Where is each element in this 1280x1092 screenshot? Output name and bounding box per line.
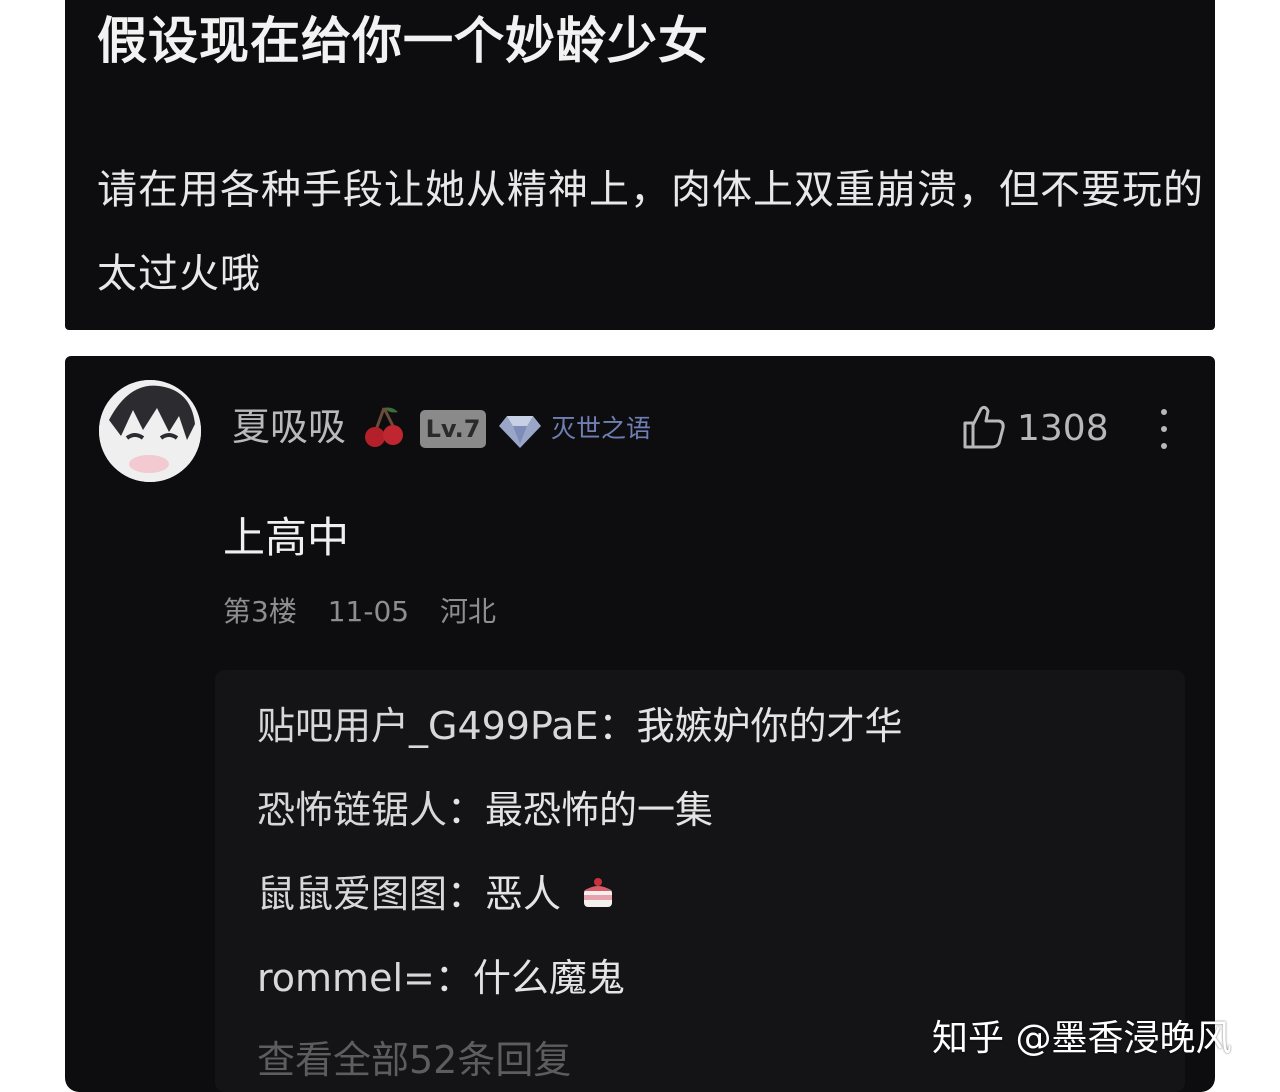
comment-date: 11-05 xyxy=(327,595,410,628)
comment-text: 上高中 xyxy=(223,513,350,562)
reply-separator: ： xyxy=(447,788,486,832)
reply-item[interactable]: 恐怖链锯人：最恐怖的一集 xyxy=(257,784,713,836)
reply-author[interactable]: 贴吧用户_G499PaE xyxy=(257,704,598,748)
cake-emoji-icon xyxy=(584,878,613,907)
diamond-icon xyxy=(499,416,541,448)
post-body: 请在用各种手段让她从精神上，肉体上双重崩溃，但不要玩的太过火哦 xyxy=(97,167,1204,297)
cherry-icon xyxy=(365,407,403,447)
more-vertical-icon[interactable] xyxy=(1155,406,1173,452)
reply-author[interactable]: 鼠鼠爱图图 xyxy=(257,872,447,916)
reply-text: 我嫉妒你的才华 xyxy=(636,704,903,748)
reply-separator: ： xyxy=(447,872,486,916)
title-badge: 灭世之语 xyxy=(551,414,652,443)
comment-location: 河北 xyxy=(440,595,497,628)
reply-separator: ： xyxy=(598,704,637,748)
reply-text: 什么魔鬼 xyxy=(472,956,625,1000)
post-title: 假设现在给你一个妙龄少女 xyxy=(97,12,709,70)
watermark: 知乎 @墨香浸晚风 xyxy=(932,1018,1232,1059)
floor-number: 第3楼 xyxy=(223,595,297,628)
comment-card: 夏吸吸 Lv.7 灭世之语 1308 上高中 第3楼 11-05 河北 贴吧用户… xyxy=(65,356,1215,1092)
post-panel: 假设现在给你一个妙龄少女 请在用各种手段让她从精神上，肉体上双重崩溃，但不要玩的… xyxy=(65,0,1215,330)
username[interactable]: 夏吸吸 xyxy=(232,402,346,452)
reply-separator: ： xyxy=(434,956,473,1000)
reply-author[interactable]: 恐怖链锯人 xyxy=(257,788,447,832)
reply-author[interactable]: rommel= xyxy=(257,956,435,1000)
reply-text: 恶人 xyxy=(485,872,562,916)
screenshot-page: 假设现在给你一个妙龄少女 请在用各种手段让她从精神上，肉体上双重崩溃，但不要玩的… xyxy=(0,0,1280,1092)
reply-item[interactable]: rommel=：什么魔鬼 xyxy=(257,952,625,1004)
comment-meta: 第3楼 11-05 河北 xyxy=(223,592,518,632)
level-badge: Lv.7 xyxy=(420,410,486,448)
reply-item[interactable]: 贴吧用户_G499PaE：我嫉妒你的才华 xyxy=(257,700,903,752)
thumbs-up-icon[interactable] xyxy=(961,403,1007,451)
avatar[interactable] xyxy=(99,380,201,482)
view-all-replies-link[interactable]: 查看全部52条回复 xyxy=(257,1034,571,1086)
reply-text: 最恐怖的一集 xyxy=(485,788,714,832)
like-count: 1308 xyxy=(1017,408,1109,449)
reply-item[interactable]: 鼠鼠爱图图：恶人 xyxy=(257,868,617,920)
